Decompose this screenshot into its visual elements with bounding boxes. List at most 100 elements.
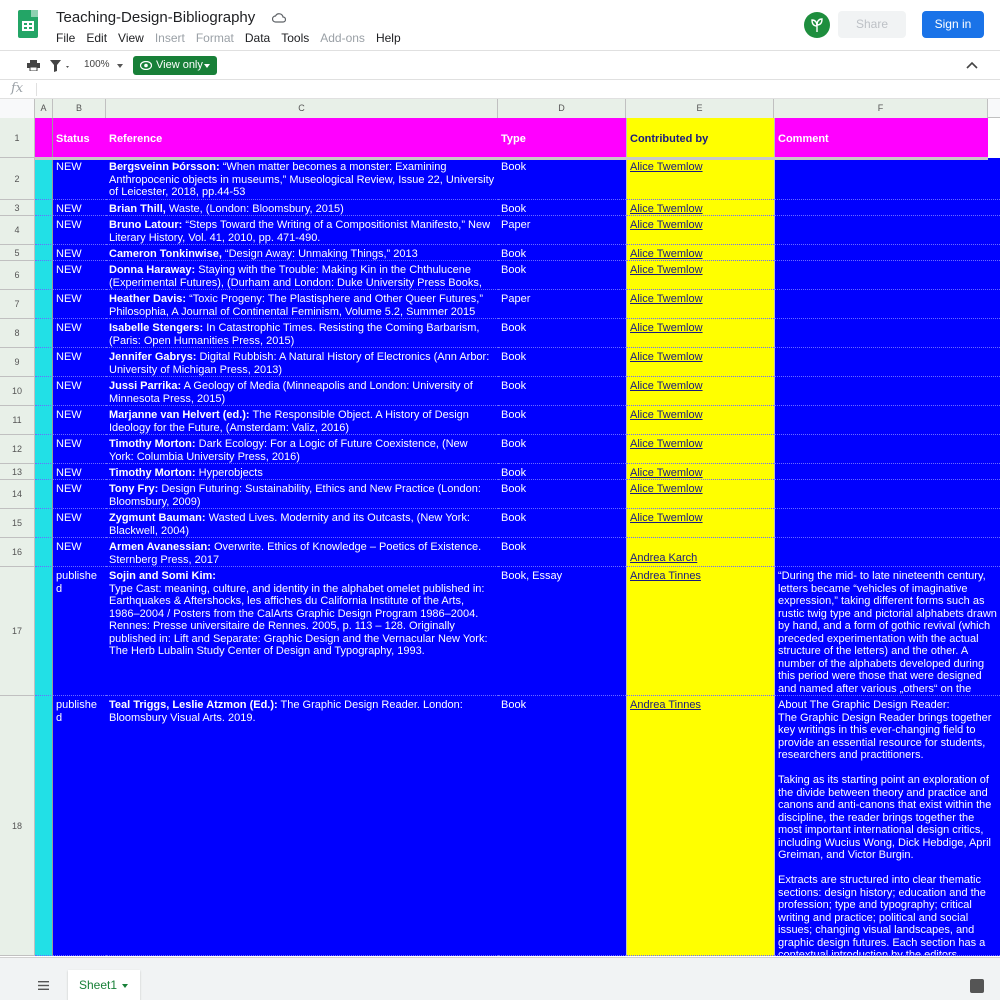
cell-reference[interactable]: Brian Thill, Waste, (London: Bloomsbury,… bbox=[106, 200, 498, 216]
contributor-link[interactable]: Alice Twemlow bbox=[630, 351, 703, 363]
cell-type[interactable]: Book bbox=[498, 435, 626, 464]
cell-comment[interactable]: About The Graphic Design Reader: The Gra… bbox=[774, 696, 1000, 956]
cell-status[interactable]: NEW bbox=[53, 464, 106, 480]
cell-reference[interactable]: Heather Davis: “Toxic Progeny: The Plast… bbox=[106, 290, 498, 319]
cell-status[interactable]: published bbox=[53, 567, 106, 696]
cell-type[interactable]: Book bbox=[498, 348, 626, 377]
cell-comment[interactable] bbox=[774, 435, 1000, 464]
cell-reference[interactable]: Jennifer Gabrys: Digital Rubbish: A Natu… bbox=[106, 348, 498, 377]
cell-contributor[interactable]: Alice Twemlow bbox=[626, 509, 774, 538]
cell-type[interactable]: Book bbox=[498, 509, 626, 538]
cell-type[interactable]: Book bbox=[498, 696, 626, 956]
cell-reference[interactable]: Donna Haraway: Staying with the Trouble:… bbox=[106, 261, 498, 290]
header-cell-a[interactable] bbox=[35, 118, 53, 158]
cell-comment[interactable] bbox=[774, 319, 1000, 348]
zoom-dropdown-icon[interactable] bbox=[117, 64, 123, 68]
cell-type[interactable]: Paper bbox=[498, 216, 626, 245]
cell-status[interactable]: NEW bbox=[53, 158, 106, 200]
cell-status[interactable]: published bbox=[53, 696, 106, 956]
menu-help[interactable]: Help bbox=[376, 31, 401, 45]
cell-a[interactable] bbox=[35, 290, 53, 319]
cell-comment[interactable] bbox=[774, 290, 1000, 319]
cell-type[interactable]: Book, Essay bbox=[498, 567, 626, 696]
cell-contributor[interactable]: Alice Twemlow bbox=[626, 480, 774, 509]
cell-comment[interactable] bbox=[774, 538, 1000, 567]
cell-reference[interactable]: Bruno Latour: “Steps Toward the Writing … bbox=[106, 216, 498, 245]
contributor-link[interactable]: Alice Twemlow bbox=[630, 293, 703, 305]
share-button[interactable]: Share bbox=[838, 11, 906, 38]
row-header-9[interactable]: 9 bbox=[0, 348, 35, 377]
cell-a[interactable] bbox=[35, 567, 53, 696]
column-header-e[interactable]: E bbox=[626, 99, 774, 118]
cell-a[interactable] bbox=[35, 319, 53, 348]
cell-status[interactable]: NEW bbox=[53, 319, 106, 348]
row-header-13[interactable]: 13 bbox=[0, 464, 35, 480]
cell-a[interactable] bbox=[35, 348, 53, 377]
cell-comment[interactable] bbox=[774, 245, 1000, 261]
cell-reference[interactable]: Bergsveinn Þórsson: “When matter becomes… bbox=[106, 158, 498, 200]
row-header-10[interactable]: 10 bbox=[0, 377, 35, 406]
row-header-16[interactable]: 16 bbox=[0, 538, 35, 567]
cell-type[interactable]: Book bbox=[498, 464, 626, 480]
cell-contributor[interactable]: Alice Twemlow bbox=[626, 464, 774, 480]
cell-a[interactable] bbox=[35, 464, 53, 480]
cell-contributor[interactable]: Andrea Tinnes bbox=[626, 567, 774, 696]
header-cell-type[interactable]: Type bbox=[498, 118, 626, 158]
document-title[interactable]: Teaching-Design-Bibliography bbox=[56, 9, 255, 26]
cell-a[interactable] bbox=[35, 696, 53, 956]
cell-type[interactable]: Book bbox=[498, 406, 626, 435]
cell-type[interactable]: Paper bbox=[498, 290, 626, 319]
cell-contributor[interactable]: Andrea Tinnes bbox=[626, 696, 774, 956]
row-header-8[interactable]: 8 bbox=[0, 319, 35, 348]
row-header-7[interactable]: 7 bbox=[0, 290, 35, 319]
row-header-17[interactable]: 17 bbox=[0, 567, 35, 696]
cell-reference[interactable]: Armen Avanessian: Overwrite. Ethics of K… bbox=[106, 538, 498, 567]
menu-file[interactable]: File bbox=[56, 31, 75, 45]
cell-reference[interactable]: Teal Triggs, Leslie Atzmon (Ed.): The Gr… bbox=[106, 696, 498, 956]
row-header-15[interactable]: 15 bbox=[0, 509, 35, 538]
cell-comment[interactable] bbox=[774, 200, 1000, 216]
menu-tools[interactable]: Tools bbox=[281, 31, 309, 45]
header-cell-comment[interactable]: Comment bbox=[774, 118, 988, 158]
cell-a[interactable] bbox=[35, 200, 53, 216]
cloud-status-icon[interactable] bbox=[272, 13, 286, 23]
all-sheets-icon[interactable] bbox=[38, 981, 49, 990]
contributor-link[interactable]: Alice Twemlow bbox=[630, 380, 703, 392]
cell-comment[interactable] bbox=[774, 348, 1000, 377]
contributor-link[interactable]: Alice Twemlow bbox=[630, 409, 703, 421]
cell-contributor[interactable]: Alice Twemlow bbox=[626, 406, 774, 435]
cell-reference[interactable]: Timothy Morton: Hyperobjects bbox=[106, 464, 498, 480]
cell-status[interactable]: NEW bbox=[53, 480, 106, 509]
header-cell-reference[interactable]: Reference bbox=[106, 118, 498, 158]
contributor-link[interactable]: Alice Twemlow bbox=[630, 203, 703, 215]
cell-a[interactable] bbox=[35, 245, 53, 261]
cell-contributor[interactable]: Alice Twemlow bbox=[626, 377, 774, 406]
cell-a[interactable] bbox=[35, 377, 53, 406]
cell-status[interactable]: NEW bbox=[53, 348, 106, 377]
row-header-18[interactable]: 18 bbox=[0, 696, 35, 956]
contributor-link[interactable]: Alice Twemlow bbox=[630, 512, 703, 524]
row-header-2[interactable]: 2 bbox=[0, 158, 35, 200]
sheet-tab-sheet1[interactable]: Sheet1 bbox=[68, 970, 140, 1000]
cell-reference[interactable]: Zygmunt Bauman: Wasted Lives. Modernity … bbox=[106, 509, 498, 538]
cell-contributor[interactable]: Alice Twemlow bbox=[626, 435, 774, 464]
row-header-4[interactable]: 4 bbox=[0, 216, 35, 245]
cell-contributor[interactable]: Alice Twemlow bbox=[626, 200, 774, 216]
column-header-a[interactable]: A bbox=[35, 99, 53, 118]
cell-a[interactable] bbox=[35, 158, 53, 200]
cell-contributor[interactable]: Alice Twemlow bbox=[626, 158, 774, 200]
contributor-link[interactable]: Alice Twemlow bbox=[630, 248, 703, 260]
cell-comment[interactable] bbox=[774, 377, 1000, 406]
zoom-level[interactable]: 100% bbox=[84, 59, 110, 70]
menu-edit[interactable]: Edit bbox=[86, 31, 107, 45]
cell-reference[interactable]: Isabelle Stengers: In Catastrophic Times… bbox=[106, 319, 498, 348]
cell-status[interactable]: NEW bbox=[53, 377, 106, 406]
cell-comment[interactable] bbox=[774, 509, 1000, 538]
contributor-link[interactable]: Alice Twemlow bbox=[630, 483, 703, 495]
column-header-b[interactable]: B bbox=[53, 99, 106, 118]
cell-comment[interactable] bbox=[774, 480, 1000, 509]
row-header-1[interactable]: 1 bbox=[0, 118, 35, 158]
cell-type[interactable]: Book bbox=[498, 480, 626, 509]
spreadsheet-grid[interactable]: A B C D E F 1 Status Reference Type Contributed by… bbox=[0, 99, 1000, 957]
cell-a[interactable] bbox=[35, 435, 53, 464]
